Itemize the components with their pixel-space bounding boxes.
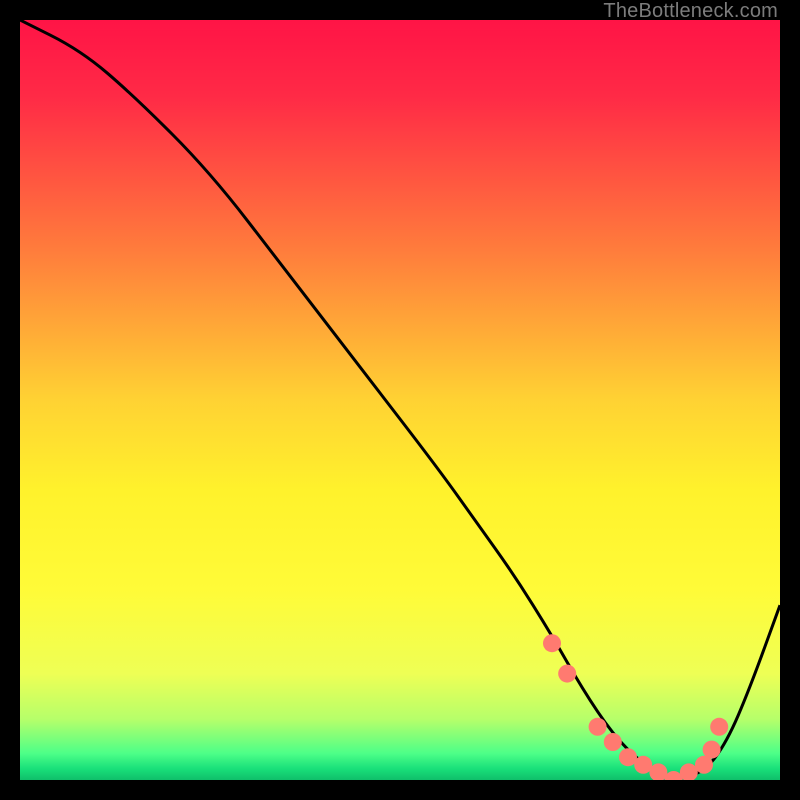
chart-frame: TheBottleneck.com: [0, 0, 800, 800]
gradient-background: [20, 20, 780, 780]
marker-dot: [589, 718, 607, 736]
marker-dot: [710, 718, 728, 736]
bottleneck-chart: [20, 20, 780, 780]
plot-area: [20, 20, 780, 780]
marker-dot: [543, 634, 561, 652]
marker-dot: [703, 741, 721, 759]
marker-dot: [604, 733, 622, 751]
marker-dot: [558, 665, 576, 683]
watermark-text: TheBottleneck.com: [603, 0, 778, 23]
